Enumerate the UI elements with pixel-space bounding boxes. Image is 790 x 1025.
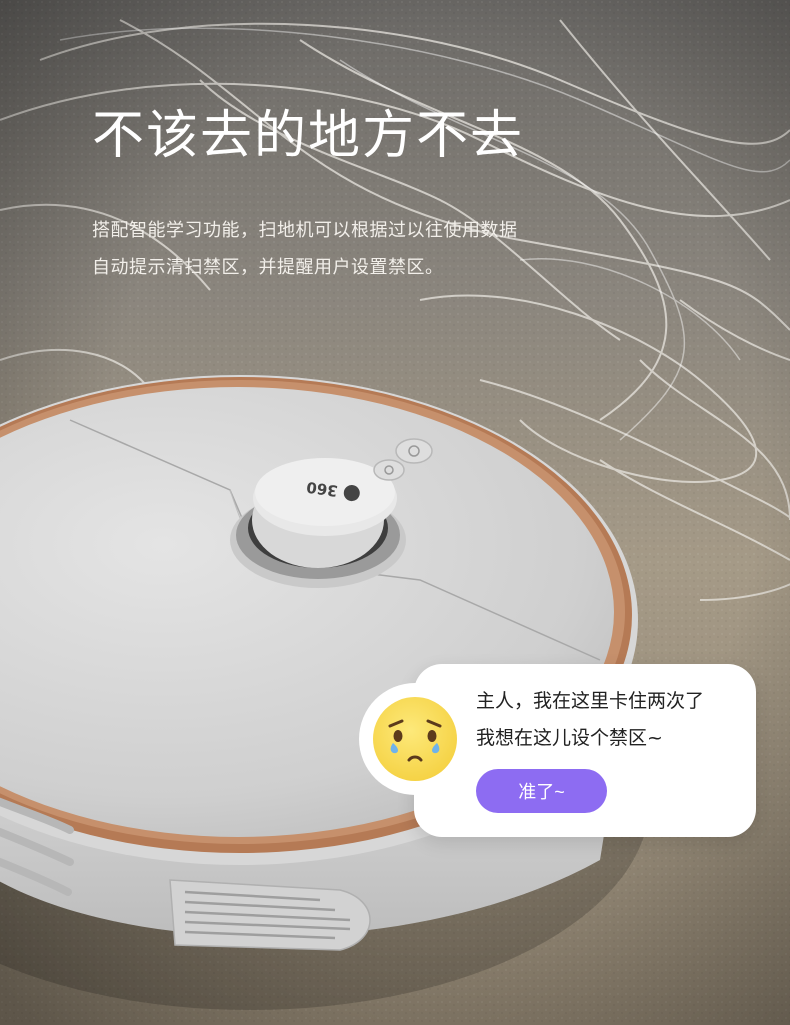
chat-message-line-1: 主人，我在这里卡住两次了 (476, 690, 705, 712)
home-button[interactable] (373, 459, 405, 481)
description-line-1: 搭配智能学习功能，扫地机可以根据过以往使用数据 (92, 220, 518, 241)
robot-vacuum: 360 (0, 375, 638, 951)
page-title: 不该去的地方不去 (92, 106, 525, 166)
front-grill (169, 879, 371, 951)
sad-crying-face-icon (373, 697, 457, 781)
power-button[interactable] (395, 438, 433, 464)
chat-message-line-2: 我想在这儿设个禁区~ (476, 727, 663, 749)
description-line-2: 自动提示清扫禁区，并提醒用户设置禁区。 (92, 257, 444, 278)
approve-button[interactable]: 准了~ (476, 769, 607, 813)
